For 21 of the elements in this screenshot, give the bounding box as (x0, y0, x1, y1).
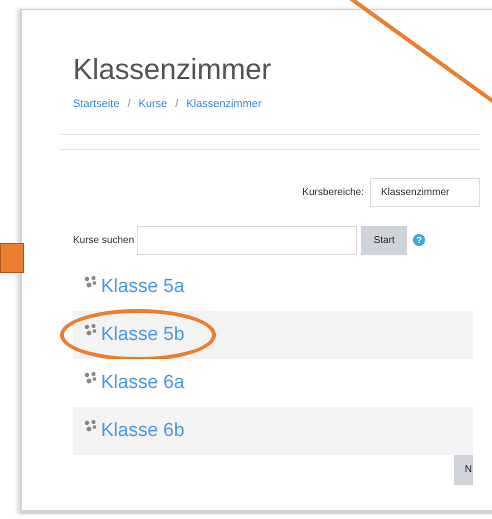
course-icon (84, 323, 97, 336)
search-field[interactable] (137, 226, 358, 255)
category-label: Kursbereiche: (302, 186, 364, 200)
course-icon (84, 419, 97, 432)
category-select[interactable]: Klassenzimmer (370, 178, 480, 207)
search-label: Kurse suchen (73, 234, 134, 248)
breadcrumb-separator: / (127, 97, 131, 112)
course-link[interactable]: Klasse 5a (101, 272, 184, 301)
next-button[interactable]: N (454, 454, 473, 485)
help-icon[interactable]: ? (413, 234, 426, 246)
breadcrumb-separator: / (175, 97, 178, 112)
course-link[interactable]: Klasse 5b (101, 320, 184, 349)
page-title: Klassenzimmer (73, 53, 272, 88)
course-icon (84, 371, 97, 384)
breadcrumb-link[interactable]: Kurse (138, 96, 168, 113)
breadcrumb-link[interactable]: Startseite (73, 96, 120, 113)
start-button[interactable]: Start (361, 226, 408, 255)
course-icon (84, 275, 97, 288)
course-link[interactable]: Klasse 6b (101, 416, 184, 445)
course-link[interactable]: Klasse 6a (101, 368, 184, 397)
breadcrumb-link[interactable]: Klassenzimmer (186, 96, 262, 113)
